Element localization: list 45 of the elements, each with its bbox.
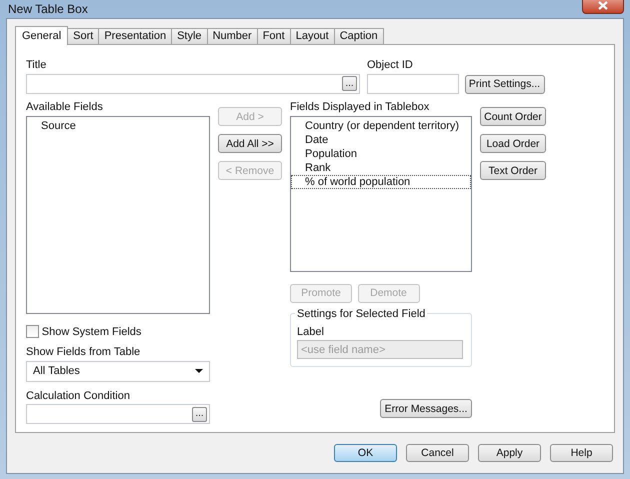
dropdown-arrow-icon xyxy=(195,369,203,373)
order-button[interactable]: Text Order xyxy=(480,161,546,180)
field-label: Title xyxy=(26,58,48,73)
tab[interactable]: Layout xyxy=(290,28,335,44)
close-icon xyxy=(598,0,608,10)
window-title: New Table Box xyxy=(7,1,88,18)
field-label: Object ID xyxy=(367,58,414,73)
tab[interactable]: Number xyxy=(206,28,258,44)
error-messages-button[interactable]: Error Messages... xyxy=(380,399,472,418)
move-button[interactable]: Add All >> xyxy=(218,134,282,153)
expression-button[interactable]: ... xyxy=(192,406,207,422)
field-label: Label xyxy=(297,324,325,340)
tab[interactable]: Presentation xyxy=(98,28,172,44)
order-button[interactable]: Count Order xyxy=(480,107,546,126)
list-item[interactable]: Rank xyxy=(291,160,471,174)
expression-button[interactable]: ... xyxy=(342,76,357,91)
tab[interactable]: Style xyxy=(171,28,208,44)
condition-field[interactable]: ... xyxy=(26,404,210,424)
displayed-fields-list[interactable]: Country (or dependent territory) Date Population Rank % of world population xyxy=(290,116,472,272)
list-item[interactable]: Source xyxy=(27,118,209,132)
tab[interactable]: General xyxy=(15,26,68,45)
dialog-button[interactable]: Help xyxy=(550,444,613,462)
checkbox[interactable] xyxy=(26,325,39,338)
available-fields-list[interactable]: Source xyxy=(26,116,210,314)
tab[interactable]: Font xyxy=(256,28,291,44)
list-item[interactable]: % of world population xyxy=(291,174,471,188)
order-button[interactable]: Load Order xyxy=(480,134,546,153)
tab[interactable]: Caption xyxy=(334,28,384,44)
dialog-button[interactable]: Apply xyxy=(478,444,541,462)
list-label: Fields Displayed in Tablebox xyxy=(290,100,430,115)
dialog-button[interactable]: OK xyxy=(334,444,397,462)
dialog-button[interactable]: Cancel xyxy=(406,444,469,462)
close-button[interactable] xyxy=(582,0,624,14)
table-dropdown[interactable]: All Tables xyxy=(26,360,210,382)
title-field[interactable]: ... xyxy=(26,74,360,94)
list-item[interactable]: Country (or dependent territory) xyxy=(291,118,471,132)
checkbox-label: Show System Fields xyxy=(42,324,142,340)
print-settings-button[interactable]: Print Settings... xyxy=(464,74,544,94)
field-label: Show Fields from Table xyxy=(26,345,142,360)
object-id-field[interactable] xyxy=(367,74,459,94)
list-item[interactable]: Population xyxy=(291,146,471,160)
field-label: Calculation Condition xyxy=(26,388,131,404)
list-item[interactable]: Date xyxy=(291,132,471,146)
tab[interactable]: Sort xyxy=(67,28,100,44)
list-label: Available Fields xyxy=(26,100,104,115)
